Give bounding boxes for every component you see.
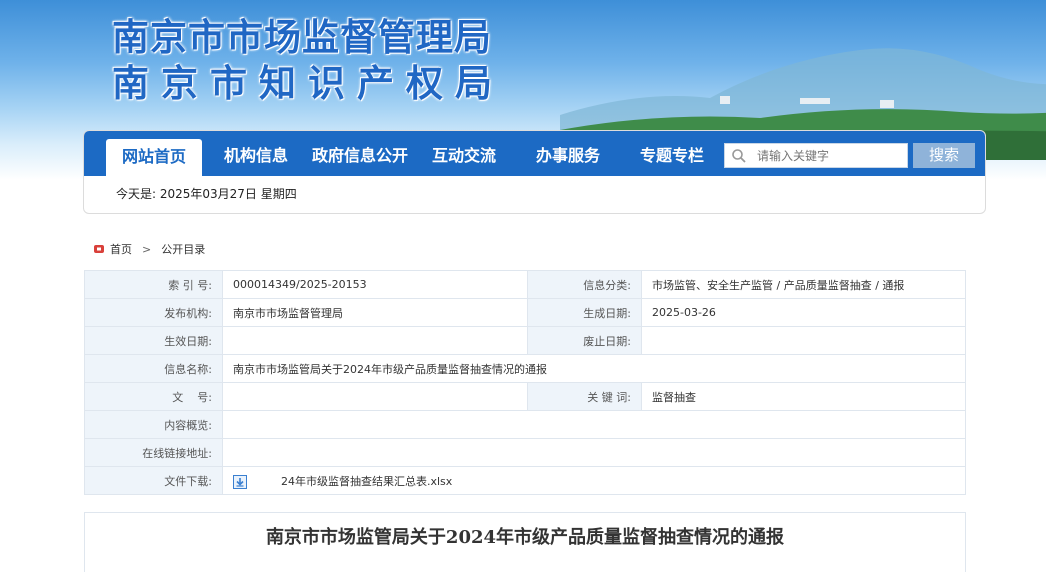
table-row: 索 引 号: 000014349/2025-20153 信息分类: 市场监管、安…: [84, 270, 966, 299]
breadcrumb-home-link[interactable]: 首页: [110, 241, 132, 257]
effective-date-label: 生效日期:: [84, 326, 223, 355]
nav-container: 网站首页 机构信息 政府信息公开 互动交流 办事服务 专题专栏 搜索 今天是: …: [83, 130, 986, 214]
file-download-cell: 24年市级监督抽查结果汇总表.xlsx: [222, 466, 966, 495]
category-label: 信息分类:: [527, 270, 642, 299]
summary-label: 内容概览:: [84, 410, 223, 439]
index-label: 索 引 号:: [84, 270, 223, 299]
info-name-label: 信息名称:: [84, 354, 223, 383]
site-title: 南京市市场监督管理局 南京市知识产权局: [112, 14, 504, 106]
breadcrumb-current[interactable]: 公开目录: [161, 241, 205, 257]
keywords-label: 关 键 词:: [527, 382, 642, 411]
effective-date-value: [222, 326, 528, 355]
breadcrumb-separator: >: [142, 242, 152, 256]
table-row: 文 号: 关 键 词: 监督抽查: [84, 382, 966, 411]
online-link-value: [222, 438, 966, 467]
current-date: 今天是: 2025年03月27日 星期四: [116, 187, 297, 201]
home-icon: [94, 245, 104, 253]
nav-item-organization[interactable]: 机构信息: [216, 131, 296, 176]
nav-item-services[interactable]: 办事服务: [528, 131, 608, 176]
table-row: 生效日期: 废止日期:: [84, 326, 966, 355]
search-input[interactable]: [757, 147, 903, 165]
article-section: 南京市市场监管局关于2024年市级产品质量监督抽查情况的通报: [84, 512, 966, 572]
table-row: 信息名称: 南京市市场监管局关于2024年市级产品质量监督抽查情况的通报: [84, 354, 966, 383]
download-icon[interactable]: [233, 474, 247, 489]
doc-number-label: 文 号:: [84, 382, 223, 411]
search-box: [724, 143, 908, 168]
created-date-value: 2025-03-26: [641, 298, 966, 327]
publisher-label: 发布机构:: [84, 298, 223, 327]
search-button[interactable]: 搜索: [913, 143, 975, 168]
breadcrumb: 首页 > 公开目录: [94, 241, 205, 257]
keywords-value: 监督抽查: [641, 382, 966, 411]
nav-item-topics[interactable]: 专题专栏: [632, 131, 712, 176]
doc-number-value: [222, 382, 528, 411]
table-row: 在线链接地址:: [84, 438, 966, 467]
download-file-link[interactable]: 24年市级监督抽查结果汇总表.xlsx: [281, 475, 452, 488]
abolished-date-value: [641, 326, 966, 355]
category-value: 市场监管、安全生产监管 / 产品质量监督抽查 / 通报: [641, 270, 966, 299]
summary-value: [222, 410, 966, 439]
info-name-value: 南京市市场监管局关于2024年市级产品质量监督抽查情况的通报: [222, 354, 966, 383]
table-row: 发布机构: 南京市市场监督管理局 生成日期: 2025-03-26: [84, 298, 966, 327]
main-nav: 网站首页 机构信息 政府信息公开 互动交流 办事服务 专题专栏 搜索: [84, 131, 985, 176]
nav-item-interaction[interactable]: 互动交流: [424, 131, 504, 176]
index-value: 000014349/2025-20153: [222, 270, 528, 299]
nav-item-gov-info[interactable]: 政府信息公开: [306, 131, 414, 176]
table-row: 文件下载: 24年市级监督抽查结果汇总表.xlsx: [84, 466, 966, 495]
article-title: 南京市市场监管局关于2024年市级产品质量监督抽查情况的通报: [265, 527, 785, 548]
nav-item-home[interactable]: 网站首页: [106, 139, 202, 176]
online-link-label: 在线链接地址:: [84, 438, 223, 467]
file-download-label: 文件下载:: [84, 466, 223, 495]
publisher-value: 南京市市场监督管理局: [222, 298, 528, 327]
created-date-label: 生成日期:: [527, 298, 642, 327]
site-title-line1: 南京市市场监督管理局: [112, 15, 492, 59]
site-title-line2: 南京市知识产权局: [112, 61, 504, 105]
abolished-date-label: 废止日期:: [527, 326, 642, 355]
table-row: 内容概览:: [84, 410, 966, 439]
info-table: 索 引 号: 000014349/2025-20153 信息分类: 市场监管、安…: [84, 270, 966, 495]
search-icon: [732, 149, 746, 163]
